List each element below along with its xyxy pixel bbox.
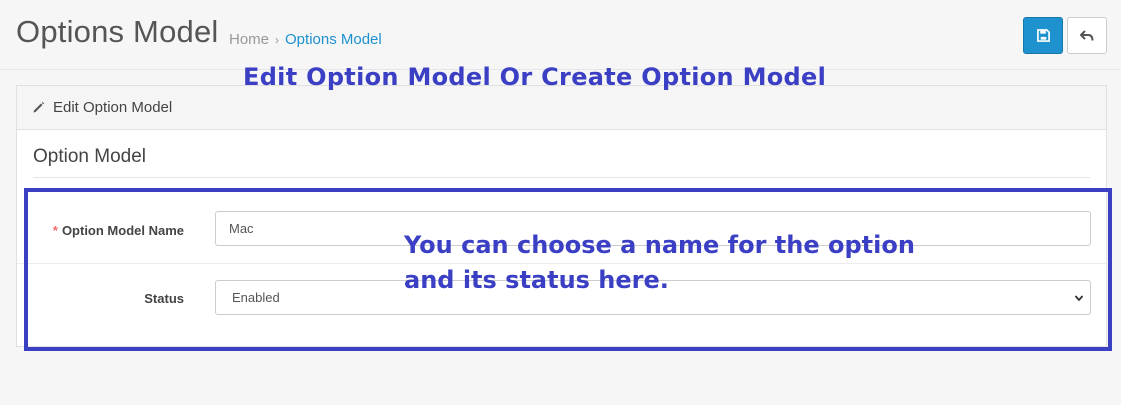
annotation-title: Edit Option Model Or Create Option Model bbox=[243, 63, 827, 91]
floppy-disk-icon bbox=[1036, 29, 1050, 42]
annotation-body: You can choose a name for the option and… bbox=[404, 231, 915, 294]
breadcrumb: Home › Options Model bbox=[229, 31, 382, 48]
reply-arrow-icon bbox=[1080, 29, 1094, 41]
page-header: Options Model Home › Options Model bbox=[0, 0, 1121, 70]
panel-heading: Edit Option Model bbox=[17, 86, 1106, 130]
save-button[interactable] bbox=[1023, 17, 1063, 54]
page-title: Options Model bbox=[16, 14, 219, 49]
breadcrumb-separator: › bbox=[275, 33, 280, 47]
form-legend: Option Model bbox=[33, 146, 147, 167]
breadcrumb-current-link[interactable]: Options Model bbox=[285, 31, 382, 48]
back-button[interactable] bbox=[1067, 17, 1107, 54]
panel-heading-label: Edit Option Model bbox=[53, 99, 173, 116]
pencil-icon bbox=[32, 101, 45, 114]
legend-divider bbox=[33, 177, 1090, 178]
breadcrumb-home-link[interactable]: Home bbox=[229, 31, 269, 48]
